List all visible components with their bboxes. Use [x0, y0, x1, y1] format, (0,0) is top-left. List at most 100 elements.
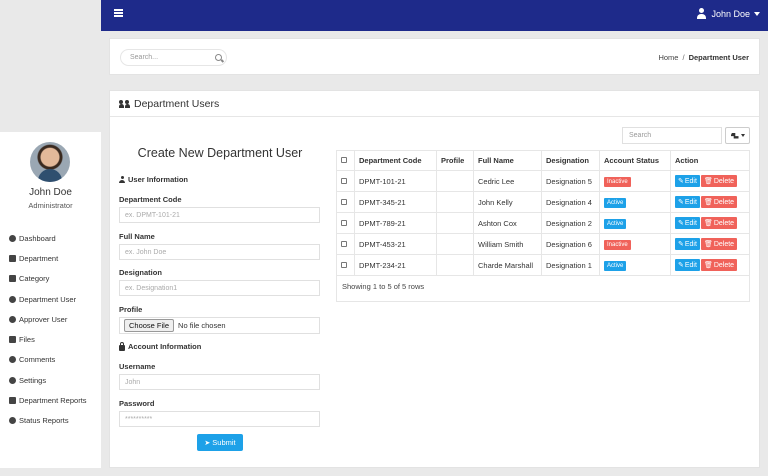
sidebar-item-files[interactable]: Files: [0, 329, 101, 349]
edit-button[interactable]: ✎ Edit: [675, 196, 700, 208]
caret-down-icon: [754, 12, 760, 16]
edit-label: Edit: [684, 219, 697, 227]
table-row: DPMT-345-21 John Kelly Designation 4 Act…: [336, 191, 750, 213]
caret-down-icon: [740, 134, 745, 137]
delete-button[interactable]: 🗑 Delete: [700, 217, 738, 229]
sidebar-item-comments[interactable]: Comments: [0, 350, 101, 370]
edit-button[interactable]: ✎ Edit: [675, 238, 700, 250]
search-icon[interactable]: [215, 54, 222, 61]
delete-button[interactable]: 🗑 Delete: [700, 238, 738, 250]
full-name-field[interactable]: ex. John Doe: [119, 244, 320, 260]
edit-button[interactable]: ✎ Edit: [675, 217, 700, 229]
sidebar-item-department-user[interactable]: Department User: [0, 289, 101, 309]
delete-label: Delete: [713, 219, 735, 227]
row-select-cell: [336, 233, 355, 255]
full-name-cell: John Kelly: [473, 191, 542, 213]
col-full-name[interactable]: Full Name: [473, 150, 542, 171]
users-table: Department Code Profile Full Name Design…: [336, 150, 750, 276]
user-icon: [119, 176, 125, 183]
pie-chart-icon: [9, 417, 16, 425]
edit-label: Edit: [684, 240, 697, 248]
dashboard-icon: [9, 234, 16, 242]
sidebar-item-department[interactable]: Department: [0, 248, 101, 268]
col-designation[interactable]: Designation: [541, 150, 600, 171]
table-row: DPMT-789-21 Ashton Cox Designation 2 Act…: [336, 212, 750, 234]
delete-button[interactable]: 🗑 Delete: [700, 196, 738, 208]
row-checkbox[interactable]: [341, 240, 347, 247]
sidebar-item-category[interactable]: Category: [0, 269, 101, 289]
delete-label: Delete: [713, 240, 735, 248]
status-cell: Inactive: [599, 233, 671, 255]
row-checkbox[interactable]: [341, 261, 347, 268]
col-department-code[interactable]: Department Code: [354, 150, 437, 171]
username-field[interactable]: John: [119, 374, 320, 390]
row-checkbox[interactable]: [341, 219, 347, 226]
row-select-cell: [336, 254, 355, 276]
choose-file-button[interactable]: Choose File: [124, 319, 175, 332]
sidebar-item-status-reports[interactable]: Status Reports: [0, 411, 101, 431]
sidebar-item-label: Department: [19, 253, 59, 263]
folder-icon: [9, 336, 16, 344]
edit-button[interactable]: ✎ Edit: [675, 175, 700, 187]
edit-button[interactable]: ✎ Edit: [675, 259, 700, 271]
col-profile[interactable]: Profile: [436, 150, 474, 171]
username-label: Username: [119, 362, 156, 371]
designation-placeholder: ex. Designation1: [125, 284, 178, 292]
sidebar-item-label: Dashboard: [19, 233, 56, 243]
password-field[interactable]: **********: [119, 411, 320, 427]
full-name-placeholder: ex. John Doe: [125, 248, 167, 256]
action-cell: ✎ Edit 🗑 Delete: [670, 170, 750, 192]
export-button[interactable]: [725, 127, 750, 144]
sidebar-item-dashboard[interactable]: Dashboard: [0, 228, 101, 248]
status-cell: Active: [599, 212, 671, 234]
row-checkbox[interactable]: [341, 177, 347, 184]
building-icon: [9, 254, 16, 262]
account-info-heading: Account Information: [119, 341, 201, 351]
sidebar-item-settings[interactable]: Settings: [0, 370, 101, 390]
page-title: Department Users: [134, 97, 220, 110]
delete-label: Delete: [713, 177, 735, 185]
username-placeholder: John: [125, 378, 141, 386]
sidebar-item-department-reports[interactable]: Department Reports: [0, 390, 101, 410]
delete-button[interactable]: 🗑 Delete: [700, 259, 738, 271]
delete-button[interactable]: 🗑 Delete: [700, 175, 738, 187]
user-menu[interactable]: John Doe: [696, 8, 760, 20]
row-select-cell: [336, 170, 355, 192]
user-info-label: User Information: [128, 175, 189, 184]
profile-file-input[interactable]: Choose File No file chosen: [119, 317, 320, 334]
submit-button[interactable]: ➤ Submit: [197, 434, 243, 451]
profile-cell: [436, 191, 474, 213]
table-row: DPMT-453-21 William Smith Designation 6 …: [336, 233, 750, 255]
sidebar-item-approver-user[interactable]: Approver User: [0, 309, 101, 329]
table-search-placeholder: Search: [629, 132, 652, 139]
gear-icon: [9, 376, 16, 384]
profile-cell: [436, 170, 474, 192]
trash-icon: 🗑: [703, 199, 713, 206]
global-search-input[interactable]: Search...: [120, 49, 227, 66]
select-all-checkbox[interactable]: [341, 157, 347, 163]
category-icon: [9, 275, 16, 283]
designation-field[interactable]: ex. Designation1: [119, 280, 320, 296]
profile-cell: [436, 254, 474, 276]
edit-label: Edit: [684, 261, 697, 269]
action-cell: ✎ Edit 🗑 Delete: [670, 212, 750, 234]
search-bar-card: Search... Home / Department User: [109, 38, 760, 75]
action-cell: ✎ Edit 🗑 Delete: [670, 254, 750, 276]
table-search-input[interactable]: Search: [622, 127, 722, 144]
row-checkbox[interactable]: [341, 198, 347, 205]
breadcrumb-home[interactable]: Home: [658, 53, 678, 62]
department-code-field[interactable]: ex. DPMT-101-21: [119, 207, 320, 223]
users-table-container: Department Code Profile Full Name Design…: [336, 150, 750, 302]
hamburger-menu-icon[interactable]: [114, 9, 123, 17]
sidebar-item-label: Department Reports: [19, 396, 87, 406]
user-icon: [696, 8, 707, 20]
action-cell: ✎ Edit 🗑 Delete: [670, 233, 750, 255]
col-action: Action: [670, 150, 750, 171]
col-account-status[interactable]: Account Status: [599, 150, 671, 171]
table-header-row: Department Code Profile Full Name Design…: [336, 150, 750, 171]
user-icon: [9, 315, 16, 323]
designation-cell: Designation 4: [541, 191, 600, 213]
bar-chart-icon: [9, 397, 16, 405]
delete-label: Delete: [713, 198, 735, 206]
sidebar-item-label: Category: [19, 274, 50, 284]
